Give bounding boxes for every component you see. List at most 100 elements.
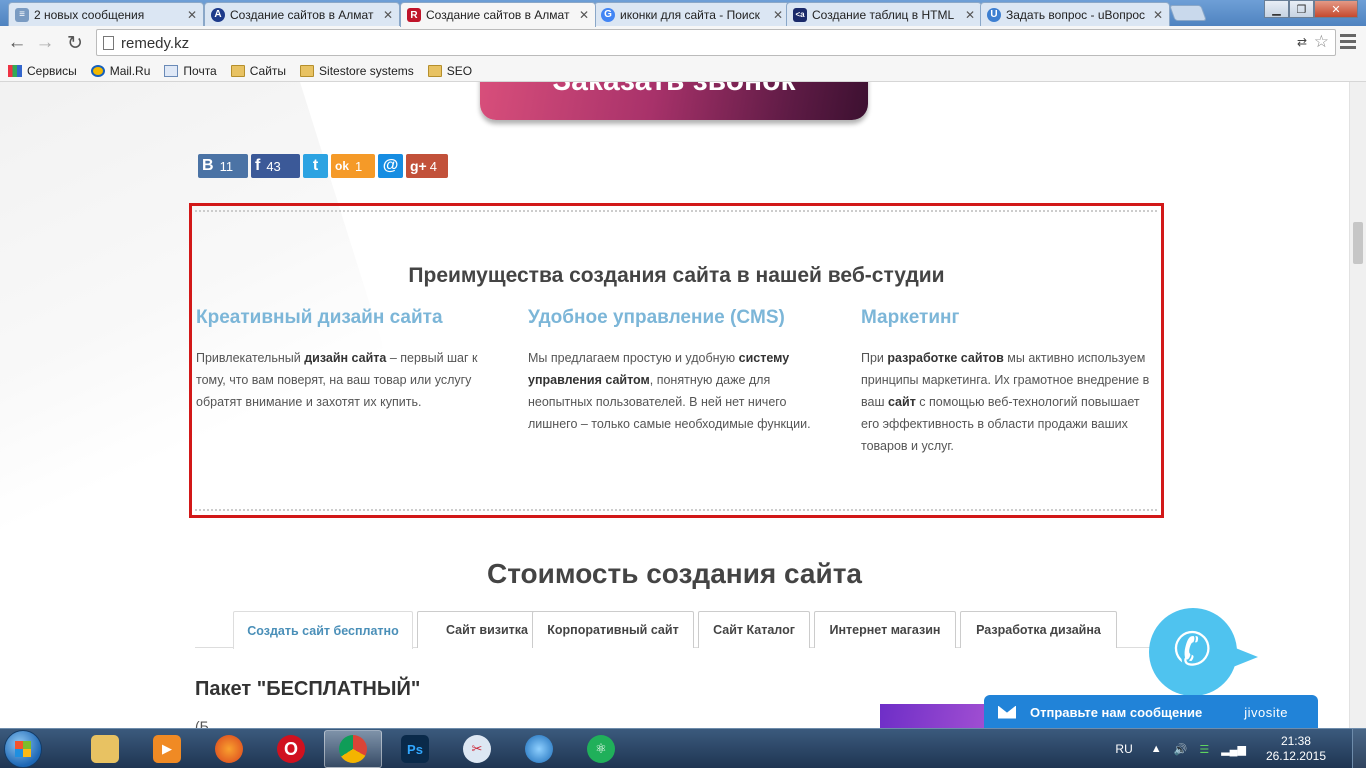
minimize-icon[interactable]: ▁	[1264, 0, 1289, 18]
taskbar-opera[interactable]: O	[262, 730, 320, 768]
odnoklassniki-icon: ok	[335, 159, 350, 173]
jivosite-logo: jivosite	[1244, 704, 1288, 720]
browser-tab-active[interactable]: R Создание сайтов в Алмат ✕	[400, 2, 596, 27]
close-window-icon[interactable]: ✕	[1314, 0, 1358, 18]
chrome-menu-icon[interactable]	[1340, 34, 1356, 52]
site-a-icon: A	[211, 7, 225, 22]
advantages-title: Преимущества создания сайта в нашей веб-…	[408, 264, 945, 287]
taskbar-network-browser[interactable]	[510, 730, 568, 768]
share-twitter-button[interactable]: t	[303, 154, 328, 178]
address-bar[interactable]: remedy.kz ⇄ ☆	[96, 29, 1336, 56]
bookmarks-bar: Сервисы Mail.Ru Почта Сайты Sitestore sy…	[0, 60, 1366, 82]
taskbar-explorer[interactable]	[76, 730, 134, 768]
taskbar-chrome[interactable]	[324, 730, 382, 768]
taskbar-paint-tool[interactable]: ✂	[448, 730, 506, 768]
jivosite-chat-button[interactable]: Отправьте нам сообщение jivosite	[984, 695, 1318, 728]
language-indicator[interactable]: RU	[1115, 742, 1132, 756]
taskbar-photoshop[interactable]: Ps	[386, 730, 444, 768]
network-signal-icon[interactable]: ▂▄▆	[1221, 743, 1246, 756]
address-url[interactable]: remedy.kz	[121, 35, 189, 52]
mailru-icon: @	[382, 157, 399, 174]
tab-catalog-site[interactable]: Сайт Каталог	[698, 611, 810, 648]
reload-icon[interactable]: ↻	[64, 32, 86, 54]
apps-grid-icon	[8, 64, 22, 77]
facebook-icon: f	[255, 157, 261, 174]
browser-tab[interactable]: G иконки для сайта - Поиск ✕	[594, 2, 790, 26]
new-tab-button[interactable]	[1169, 5, 1207, 21]
advantages-section: Преимущества создания сайта в нашей веб-…	[189, 203, 1164, 518]
advantage-card: Удобное управление (CMS) Мы предлагаем п…	[528, 307, 813, 435]
taskbar-atom-app[interactable]: ⚛	[572, 730, 630, 768]
twitter-icon: t	[312, 157, 319, 174]
translate-icon[interactable]: ⇄	[1297, 35, 1307, 49]
envelope-icon	[998, 705, 1016, 719]
start-button[interactable]	[4, 730, 42, 768]
tab-online-store[interactable]: Интернет магазин	[814, 611, 956, 648]
taskbar-firefox[interactable]	[200, 730, 258, 768]
browser-tab[interactable]: U Задать вопрос - uВопрос ✕	[980, 2, 1170, 26]
volume-icon[interactable]: 🔊	[1174, 743, 1188, 756]
close-tab-icon[interactable]: ✕	[187, 8, 197, 22]
close-tab-icon[interactable]: ✕	[965, 8, 975, 22]
share-odnoklassniki-button[interactable]: ok 1	[331, 154, 375, 178]
share-mailru-button[interactable]: @	[378, 154, 403, 178]
tab-free-site[interactable]: Создать сайт бесплатно	[233, 611, 413, 649]
tab-title: Создание сайтов в Алмат	[230, 7, 374, 22]
share-count: 1	[355, 158, 363, 174]
remedy-r-icon: R	[407, 8, 421, 22]
bookmark-item[interactable]: Почта	[164, 63, 217, 78]
bookmark-item[interactable]: Sitestore systems	[300, 64, 414, 78]
dotted-divider	[194, 209, 1159, 213]
mailru-at-icon	[90, 64, 105, 77]
clock-time: 21:38	[1280, 734, 1311, 748]
browser-tab[interactable]: <a Создание таблиц в HTML ✕	[786, 2, 982, 26]
order-call-button[interactable]: Заказать звонок	[480, 82, 868, 120]
show-desktop-button[interactable]	[1352, 729, 1366, 768]
atom-icon: ⚛	[587, 735, 615, 763]
tab-design-development[interactable]: Разработка дизайна	[960, 611, 1117, 648]
bookmark-label: Почта	[183, 63, 217, 78]
close-tab-icon[interactable]: ✕	[773, 8, 783, 22]
close-tab-icon[interactable]: ✕	[579, 8, 589, 22]
bookmark-label: SEO	[446, 63, 473, 78]
bookmark-star-icon[interactable]: ☆	[1314, 32, 1329, 52]
bookmark-item[interactable]: Mail.Ru	[90, 64, 150, 78]
share-vk-button[interactable]: B 11	[198, 154, 248, 178]
system-clock[interactable]: 21:38 26.12.2015	[1266, 734, 1326, 764]
browser-tab[interactable]: A Создание сайтов в Алмат ✕	[204, 2, 400, 26]
bold-keyword: разработке сайтов	[887, 351, 1004, 365]
text-span: Привлекательный	[196, 351, 305, 365]
bookmark-item[interactable]: Сервисы	[8, 64, 77, 78]
back-arrow-icon[interactable]: ←	[6, 32, 28, 54]
mail-ru-icon: ≡	[15, 7, 29, 22]
tray-expand-icon[interactable]: ▲	[1151, 743, 1162, 755]
share-count: 11	[219, 158, 234, 174]
tab-title: иконки для сайта - Поиск	[620, 7, 760, 22]
scrollbar-thumb[interactable]	[1353, 222, 1363, 264]
advantage-card: Маркетинг При разработке сайтов мы актив…	[861, 307, 1153, 457]
globe-icon	[525, 735, 553, 763]
share-googleplus-button[interactable]: g+ 4	[406, 154, 448, 178]
tab-title: Задать вопрос - uВопрос	[1006, 7, 1146, 22]
system-tray: RU ▲ 🔊 ☰ ▂▄▆ 21:38 26.12.2015	[1115, 729, 1366, 768]
pricing-tabs: Создать сайт бесплатно Сайт визитка Корп…	[195, 610, 1160, 649]
tab-corporate-site[interactable]: Корпоративный сайт	[532, 611, 694, 648]
bookmark-item[interactable]: SEO	[427, 63, 473, 78]
page-scrollbar[interactable]	[1349, 82, 1366, 728]
text-span: Мы предлагаем простую и удобную	[528, 351, 739, 365]
advantage-heading: Креативный дизайн сайта	[196, 307, 443, 328]
share-facebook-button[interactable]: f 43	[251, 154, 300, 178]
close-tab-icon[interactable]: ✕	[1153, 8, 1163, 22]
folder-icon	[230, 64, 245, 77]
browser-tab[interactable]: ≡ 2 новых сообщения ✕	[8, 2, 204, 26]
taskbar-media-player[interactable]: ▶	[138, 730, 196, 768]
close-tab-icon[interactable]: ✕	[383, 8, 393, 22]
chrome-icon	[339, 735, 367, 763]
advantage-text: Мы предлагаем простую и удобную систему …	[528, 347, 813, 435]
tray-app-icon[interactable]: ☰	[1199, 743, 1209, 756]
package-subtitle: (Б	[195, 718, 209, 728]
restore-icon[interactable]: ❐	[1289, 0, 1314, 18]
forward-arrow-icon[interactable]: →	[34, 32, 56, 54]
bookmark-item[interactable]: Сайты	[230, 64, 286, 78]
window-controls: ▁ ❐ ✕	[1264, 0, 1358, 18]
